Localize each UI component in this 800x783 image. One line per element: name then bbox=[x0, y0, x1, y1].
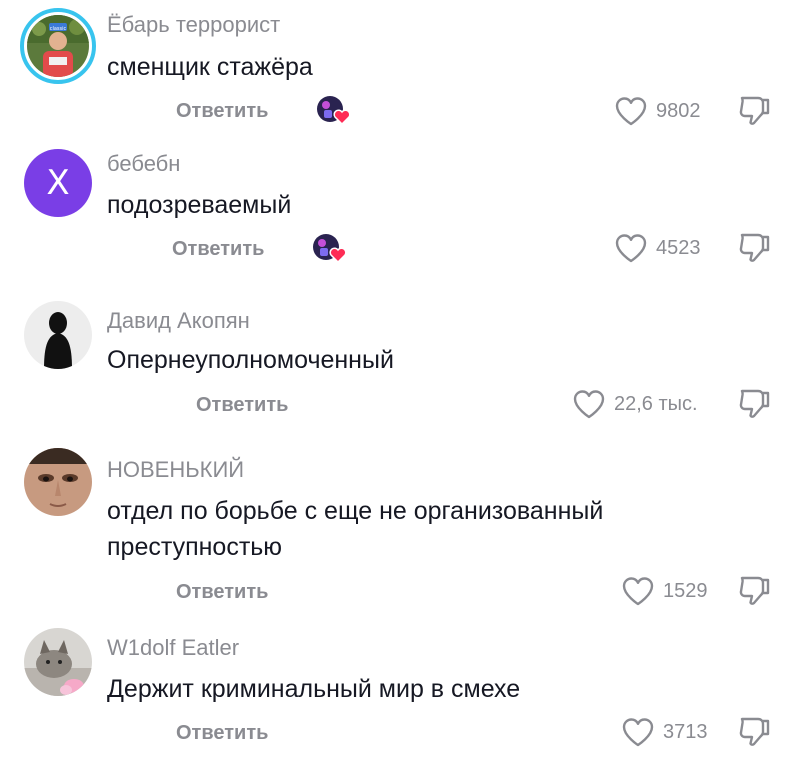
heart-outline-icon bbox=[615, 234, 647, 263]
comment-text: Держит криминальный мир в смехе bbox=[107, 675, 521, 703]
avatar[interactable] bbox=[24, 628, 92, 696]
comment-username[interactable]: бебебн bbox=[107, 151, 180, 177]
heart-outline-icon bbox=[622, 718, 654, 747]
avatar[interactable]: classic bbox=[20, 8, 96, 84]
avatar-photo bbox=[24, 448, 92, 516]
comment-text: сменщик стажёра bbox=[107, 53, 313, 81]
like-count: 9802 bbox=[656, 99, 701, 122]
comment-text: подозреваемый bbox=[107, 191, 292, 219]
avatar-cap-text: classic bbox=[50, 26, 67, 32]
thumbs-down-icon bbox=[739, 233, 770, 262]
like-button[interactable]: 4523 bbox=[614, 233, 701, 263]
reply-button[interactable]: Ответить bbox=[176, 100, 268, 123]
like-button[interactable]: 1529 bbox=[621, 576, 708, 606]
dislike-button[interactable] bbox=[736, 387, 772, 421]
comment-username[interactable]: Ёбарь террорист bbox=[107, 12, 280, 38]
dislike-button[interactable] bbox=[736, 231, 772, 265]
reply-button[interactable]: Ответить bbox=[172, 238, 264, 261]
comment-text: отдел по борьбе с еще не организованный … bbox=[107, 497, 604, 561]
thumbs-down-icon bbox=[739, 717, 770, 746]
dislike-button[interactable] bbox=[736, 715, 772, 749]
avatar-photo bbox=[24, 301, 92, 369]
heart-outline-icon bbox=[573, 390, 605, 419]
comment-username[interactable]: НОВЕНЬКИЙ bbox=[107, 457, 244, 483]
heart-outline-icon bbox=[622, 577, 654, 606]
reply-button[interactable]: Ответить bbox=[176, 722, 268, 745]
like-count: 1529 bbox=[663, 579, 708, 602]
dislike-button[interactable] bbox=[736, 94, 772, 128]
avatar-photo bbox=[24, 628, 92, 696]
thumbs-down-icon bbox=[739, 96, 770, 125]
reply-button[interactable]: Ответить bbox=[196, 394, 288, 417]
like-button[interactable]: 3713 bbox=[621, 717, 708, 747]
like-button[interactable]: 22,6 тыс. bbox=[572, 389, 698, 419]
like-count: 3713 bbox=[663, 720, 708, 743]
comment-text: Опернеуполномоченный bbox=[107, 346, 394, 374]
avatar[interactable]: X bbox=[24, 149, 92, 217]
comment-username[interactable]: Давид Акопян bbox=[107, 308, 250, 334]
comment-username[interactable]: W1dolf Eatler bbox=[107, 635, 239, 661]
like-count: 22,6 тыс. bbox=[614, 392, 698, 415]
creator-liked-badge-icon bbox=[316, 94, 352, 126]
avatar-letter: X bbox=[46, 163, 70, 203]
dislike-button[interactable] bbox=[736, 574, 772, 608]
heart-outline-icon bbox=[615, 97, 647, 126]
creator-liked-badge-icon bbox=[312, 232, 348, 264]
reply-button[interactable]: Ответить bbox=[176, 581, 268, 604]
avatar[interactable] bbox=[24, 448, 92, 516]
thumbs-down-icon bbox=[739, 389, 770, 418]
thumbs-down-icon bbox=[739, 576, 770, 605]
like-button[interactable]: 9802 bbox=[614, 96, 701, 126]
avatar[interactable] bbox=[24, 301, 92, 369]
like-count: 4523 bbox=[656, 236, 701, 259]
avatar-photo: classic bbox=[27, 15, 89, 77]
